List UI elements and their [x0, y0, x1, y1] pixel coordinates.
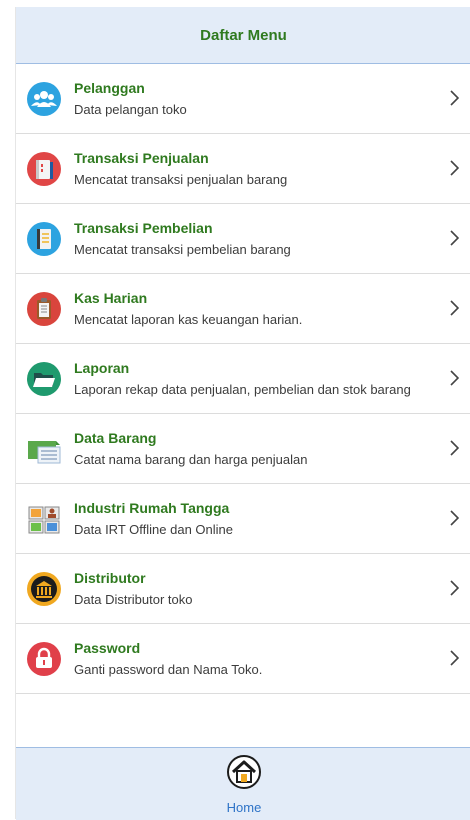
- clipboard-icon: [26, 291, 62, 327]
- menu-item-subtitle: Ganti password dan Nama Toko.: [74, 662, 263, 677]
- home-icon: [226, 754, 262, 790]
- menu-item-kas-harian[interactable]: Kas Harian Mencatat laporan kas keuangan…: [16, 274, 470, 344]
- users-icon: [26, 81, 62, 117]
- chevron-right-icon: [449, 650, 460, 666]
- menu-item-distributor[interactable]: Distributor Data Distributor toko: [16, 554, 470, 624]
- menu-item-title: Distributor: [74, 570, 146, 586]
- menu-item-title: Industri Rumah Tangga: [74, 500, 230, 516]
- menu-item-subtitle: Mencatat transaksi penjualan barang: [74, 172, 288, 187]
- chevron-right-icon: [449, 440, 460, 456]
- sales-book-icon: [26, 151, 62, 187]
- menu-item-subtitle: Data pelangan toko: [74, 102, 187, 117]
- chevron-right-icon: [449, 230, 460, 246]
- home-label: Home: [226, 800, 262, 815]
- menu-item-laporan[interactable]: Laporan Laporan rekap data penjualan, pe…: [16, 344, 470, 414]
- menu-item-transaksi-pembelian[interactable]: Transaksi Pembelian Mencatat transaksi p…: [16, 204, 470, 274]
- page-title: Daftar Menu: [200, 26, 287, 44]
- menu-item-title: Password: [74, 640, 141, 656]
- menu-item-subtitle: Mencatat laporan kas keuangan harian.: [74, 312, 303, 327]
- menu-item-title: Transaksi Pembelian: [74, 220, 213, 236]
- menu-item-pelanggan[interactable]: Pelanggan Data pelangan toko: [16, 64, 470, 134]
- menu-item-industri-rumah-tangga[interactable]: Industri Rumah Tangga Data IRT Offline d…: [16, 484, 470, 554]
- bottom-nav: Home: [16, 747, 470, 820]
- home-button[interactable]: Home: [224, 754, 264, 816]
- menu-item-title: Data Barang: [74, 430, 157, 446]
- menu-item-subtitle: Laporan rekap data penjualan, pembelian …: [74, 382, 411, 397]
- chevron-right-icon: [449, 160, 460, 176]
- grid-tiles-icon: [26, 501, 62, 537]
- chevron-right-icon: [449, 580, 460, 596]
- menu-item-subtitle: Data Distributor toko: [74, 592, 193, 607]
- chevron-right-icon: [449, 90, 460, 106]
- folder-icon: [26, 361, 62, 397]
- menu-item-title: Pelanggan: [74, 80, 145, 96]
- menu-item-data-barang[interactable]: Data Barang Catat nama barang dan harga …: [16, 414, 470, 484]
- chevron-right-icon: [449, 300, 460, 316]
- chevron-right-icon: [449, 510, 460, 526]
- menu-item-subtitle: Data IRT Offline dan Online: [74, 522, 233, 537]
- page-header: Daftar Menu: [16, 7, 470, 64]
- bank-icon: [26, 571, 62, 607]
- chevron-right-icon: [449, 370, 460, 386]
- menu-item-subtitle: Catat nama barang dan harga penjualan: [74, 452, 308, 467]
- notebook-icon: [26, 221, 62, 257]
- item-list-icon: [26, 431, 62, 467]
- menu-item-title: Laporan: [74, 360, 130, 376]
- menu-item-title: Kas Harian: [74, 290, 148, 306]
- menu-item-password[interactable]: Password Ganti password dan Nama Toko.: [16, 624, 470, 694]
- lock-icon: [26, 641, 62, 677]
- menu-item-transaksi-penjualan[interactable]: Transaksi Penjualan Mencatat transaksi p…: [16, 134, 470, 204]
- menu-list: Pelanggan Data pelangan toko Transaksi P…: [16, 64, 470, 694]
- menu-item-subtitle: Mencatat transaksi pembelian barang: [74, 242, 291, 257]
- app-frame: Daftar Menu Pelanggan Data pelangan toko: [15, 7, 470, 820]
- menu-item-title: Transaksi Penjualan: [74, 150, 209, 166]
